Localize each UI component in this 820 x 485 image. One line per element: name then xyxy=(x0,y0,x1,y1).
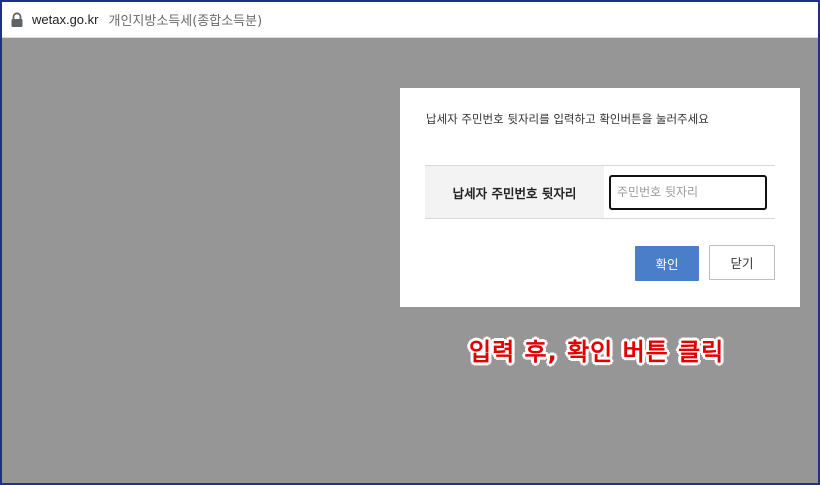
ssn-dialog: 납세자 주민번호 뒷자리를 입력하고 확인버튼을 눌러주세요 납세자 주민번호 … xyxy=(400,88,800,307)
page-title: 개인지방소득세(종합소득분) xyxy=(108,14,263,29)
address-bar[interactable]: wetax.go.kr 개인지방소득세(종합소득분) xyxy=(2,2,818,38)
url-host[interactable]: wetax.go.kr xyxy=(32,12,98,27)
dialog-message: 납세자 주민번호 뒷자리를 입력하고 확인버튼을 눌러주세요 xyxy=(426,112,709,126)
lock-icon xyxy=(10,11,24,28)
ssn-back-input[interactable] xyxy=(609,174,767,210)
confirm-button[interactable]: 확인 xyxy=(635,246,699,281)
instruction-annotation: 입력 후, 확인 버튼 클릭 xyxy=(469,338,725,366)
ssn-form-row: 납세자 주민번호 뒷자리 xyxy=(425,165,775,219)
ssn-field-cell xyxy=(604,166,775,218)
ssn-field-label: 납세자 주민번호 뒷자리 xyxy=(425,166,604,218)
close-button[interactable]: 닫기 xyxy=(709,245,775,280)
